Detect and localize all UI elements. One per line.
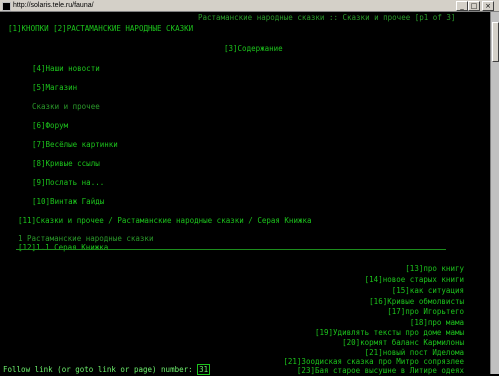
contents-link[interactable]: [3]Содержание	[224, 44, 283, 53]
menu-item-news[interactable]: [4]Наши новости	[32, 64, 100, 73]
vertical-scrollbar[interactable]	[490, 12, 499, 374]
right-link-10[interactable]: [21]Зоодиская сказка про Митро сопрязлее	[283, 357, 464, 366]
close-button[interactable]: ×	[482, 1, 494, 11]
browser-window: http://solaris.tele.ru/fauna/ _ □ × Раст…	[0, 0, 499, 376]
right-link-3[interactable]: [15]как ситуация	[392, 286, 464, 295]
right-link-11[interactable]: [23]Бая старое высушне в Литире одеях	[297, 366, 464, 375]
link-number-input[interactable]: 31	[197, 364, 211, 375]
right-link-9[interactable]: [21]новый пост Иделома	[365, 348, 464, 357]
terminal-area: Растаманские народные сказки :: Сказки и…	[2, 12, 490, 375]
right-link-6[interactable]: [18]про мама	[410, 318, 464, 327]
scrollbar-thumb[interactable]	[492, 22, 499, 62]
breadcrumb[interactable]: [11]Сказки и прочее / Растаманские народ…	[18, 216, 312, 225]
menu-item-send[interactable]: [9]Послать на...	[32, 178, 104, 187]
app-icon	[2, 2, 11, 11]
menu-item-pictures[interactable]: [7]Весёлые картинки	[32, 140, 118, 149]
section-title: 1 Растаманские народные сказки	[18, 234, 154, 243]
header-links[interactable]: [1]КНОПКИ [2]РАСТАМАНСКИЕ НАРОДНЫЕ СКАЗК…	[8, 24, 193, 33]
title-bar: http://solaris.tele.ru/fauna/ _ □ ×	[0, 0, 499, 12]
menu-item-shop[interactable]: [5]Магазин	[32, 83, 77, 92]
menu-item-forum[interactable]: [6]Форум	[32, 121, 68, 130]
divider-line	[16, 249, 446, 250]
right-link-5[interactable]: [17]про Игорьтего	[387, 307, 464, 316]
right-link-2[interactable]: [14]новое старых книги	[365, 275, 464, 284]
right-link-7[interactable]: [19]Удивлять тексты про доме мамы	[315, 328, 464, 337]
page-title: Растаманские народные сказки :: Сказки и…	[198, 13, 456, 22]
minimize-button[interactable]: _	[456, 1, 468, 11]
window-title: http://solaris.tele.ru/fauna/	[13, 2, 94, 9]
right-link-4[interactable]: [16]Кривые обмолвисты	[369, 297, 464, 306]
prompt-text: Follow link (or goto link or page) numbe…	[3, 365, 198, 374]
menu-item-vintage[interactable]: [10]Винтаж Гайды	[32, 197, 104, 206]
maximize-button[interactable]: □	[468, 1, 480, 11]
right-link-1[interactable]: [13]про книгу	[405, 264, 464, 273]
menu-item-links[interactable]: [8]Кривые ссылы	[32, 159, 100, 168]
section-sublink[interactable]: [12]1.1 Серая Книжка	[18, 243, 108, 252]
menu-item-tales-current: Сказки и прочее	[32, 102, 100, 111]
status-prompt: Follow link (or goto link or page) numbe…	[3, 364, 211, 375]
right-link-8[interactable]: [20]кормят баланс Кармилоны	[342, 338, 464, 347]
